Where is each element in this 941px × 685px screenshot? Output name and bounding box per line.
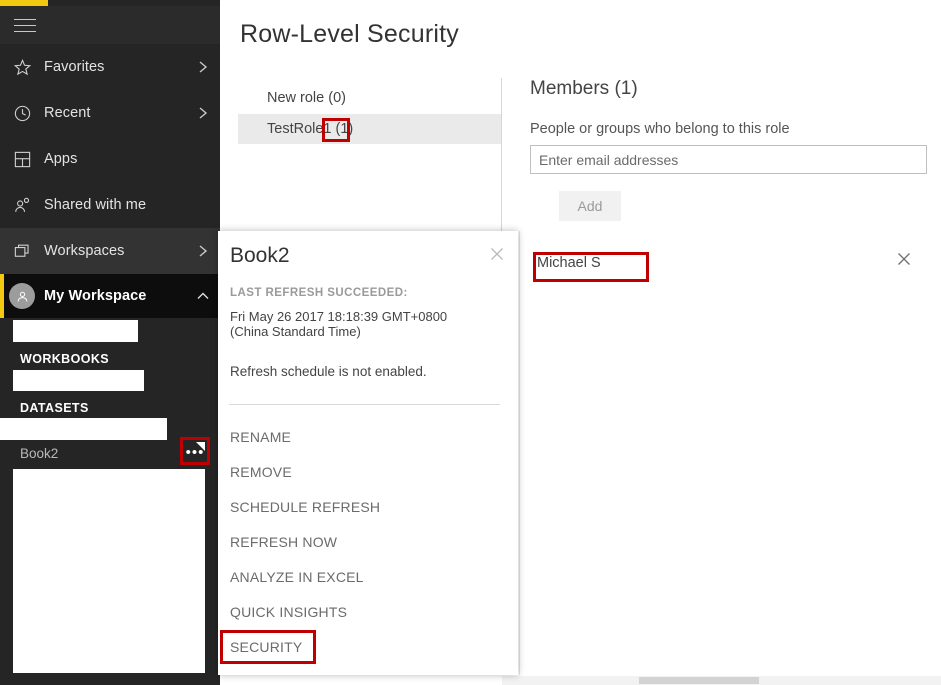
sidebar-item-my-workspace[interactable]: My Workspace [0,274,220,318]
group-heading-datasets: DATASETS [20,401,89,415]
divider [229,404,500,405]
sidebar-item-label: Shared with me [44,197,147,213]
flyout-title: Book2 [230,244,290,267]
hamburger-line [14,25,36,26]
menu-item-label: SCHEDULE REFRESH [230,499,381,515]
role-label: TestRole1 (1) [267,121,354,137]
menu-item-refresh-now[interactable]: REFRESH NOW [218,529,518,555]
menu-item-schedule-refresh[interactable]: SCHEDULE REFRESH [218,494,518,520]
menu-item-rename[interactable]: RENAME [218,424,518,450]
sidebar-item-label: Apps [44,151,78,167]
last-refresh-time: Fri May 26 2017 18:18:39 GMT+0800 (China… [230,309,448,339]
redacted-block [13,370,144,391]
chevron-right-icon [186,60,220,74]
sidebar-item-favorites[interactable]: Favorites [0,44,220,90]
members-title: Members (1) [530,78,638,99]
chevron-right-icon [186,106,220,120]
redacted-block [13,320,138,342]
add-button[interactable]: Add [559,191,621,221]
sidebar-item-label: Favorites [44,59,105,75]
star-icon [0,58,44,77]
brand-accent-bar [0,0,48,6]
refresh-schedule-status: Refresh schedule is not enabled. [230,364,427,379]
sidebar-item-label: Workspaces [44,243,125,259]
menu-item-label: REFRESH NOW [230,534,338,550]
stacked-windows-icon [0,242,44,261]
dataset-details-flyout: Book2 LAST REFRESH SUCCEEDED: Fri May 26… [218,231,518,675]
sidebar-item-apps[interactable]: Apps [0,136,220,182]
hamburger-line [14,31,36,32]
sidebar-item-label: My Workspace [44,288,147,304]
role-label: New role (0) [267,90,346,106]
hamburger-line [14,19,36,20]
sidebar-item-shared-with-me[interactable]: Shared with me [0,182,220,228]
dataset-label: Book2 [20,445,59,461]
close-icon[interactable] [895,250,917,272]
selected-workspace-accent-bar [0,274,4,318]
clock-icon [0,104,44,123]
email-addresses-input[interactable] [530,145,927,174]
menu-item-remove[interactable]: REMOVE [218,459,518,485]
flyout-caret-icon [196,442,205,451]
left-navigation-sidebar: Favorites Recent Apps Shared with me Wor… [0,0,220,685]
person-share-icon [0,196,44,215]
nav-header-bar [0,6,220,44]
members-pane: Members (1) People or groups who belong … [530,78,941,271]
sidebar-item-recent[interactable]: Recent [0,90,220,136]
menu-item-label: QUICK INSIGHTS [230,604,348,620]
sidebar-item-label: Recent [44,105,91,121]
page-title: Row-Level Security [240,20,459,48]
menu-item-analyze-in-excel[interactable]: ANALYZE IN EXCEL [218,564,518,590]
menu-item-label: ANALYZE IN EXCEL [230,569,364,585]
close-icon[interactable] [488,245,508,265]
flyout-right-edge [519,231,520,675]
role-item-new-role[interactable]: New role (0) [238,83,501,113]
member-name: Michael S [537,255,601,271]
menu-item-label: REMOVE [230,464,292,480]
last-refresh-label: LAST REFRESH SUCCEEDED: [230,287,408,299]
redacted-block [13,469,205,673]
role-item-testrole1[interactable]: TestRole1 (1) [238,114,501,144]
menu-item-label: RENAME [230,429,292,445]
menu-item-quick-insights[interactable]: QUICK INSIGHTS [218,599,518,625]
user-avatar-icon [0,283,44,309]
sidebar-item-workspaces[interactable]: Workspaces [0,228,220,274]
chevron-up-icon[interactable] [186,290,220,302]
menu-item-label: SECURITY [230,639,303,655]
apps-grid-icon [0,150,44,169]
avatar [9,283,35,309]
menu-item-security[interactable]: SECURITY [218,634,518,660]
hamburger-icon[interactable] [14,19,36,33]
redacted-block [0,418,167,440]
chevron-right-icon [186,244,220,258]
members-subtitle: People or groups who belong to this role [530,121,790,137]
group-heading-workbooks: WORKBOOKS [20,352,110,366]
horizontal-scrollbar-thumb[interactable] [639,677,759,684]
member-list-item: Michael S [530,253,941,279]
